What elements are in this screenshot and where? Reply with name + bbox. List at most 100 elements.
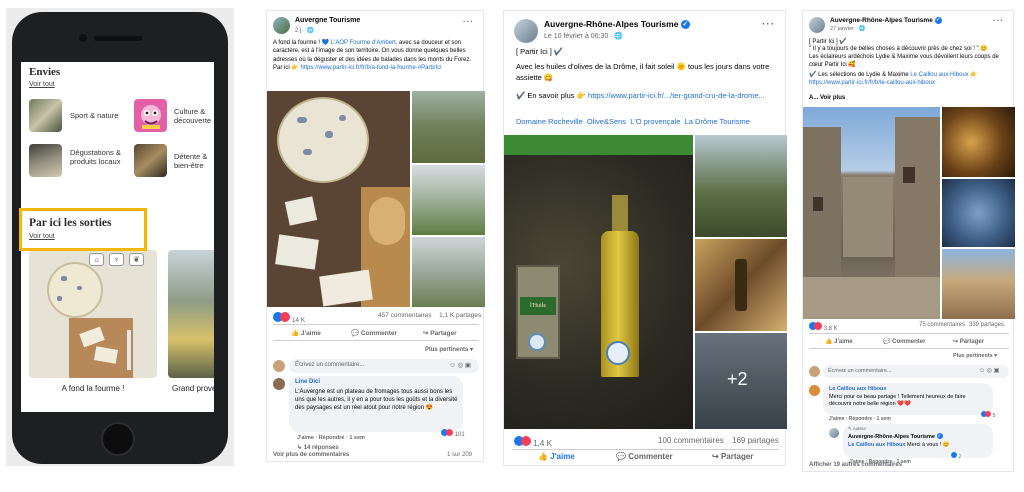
outing-card-provencal[interactable]: Grand provença	[168, 250, 214, 398]
shares-count[interactable]: 339 partages	[969, 322, 1004, 328]
shares-count[interactable]: 169 partages	[732, 436, 779, 445]
like-button[interactable]: 👍 J'aime	[825, 338, 853, 345]
comment-actions[interactable]: J'aime · Répondre · 1 sem	[297, 435, 365, 441]
user-avatar	[809, 366, 820, 377]
photo-hills[interactable]	[412, 237, 485, 307]
comment-input[interactable]: Écrivez un commentaire... ☺ ◎ ▣	[289, 359, 479, 373]
photo-shop-shelves[interactable]	[695, 239, 787, 331]
see-more-link[interactable]: A... Voir plus	[809, 95, 845, 101]
photo-olive-tree[interactable]	[695, 135, 787, 237]
more-options-icon[interactable]: ···	[762, 19, 775, 30]
text-part: ✔️ En savoir plus 👉	[516, 91, 589, 100]
photo-cheese-main[interactable]	[267, 91, 410, 307]
caillou-link[interactable]: Le Caillou aux Hiboux	[910, 72, 968, 78]
photo-rock[interactable]	[942, 179, 1015, 247]
comment-input[interactable]: Écrivez un commentaire... ☺ ◎ ▣	[823, 365, 1009, 378]
comment-text: Merci pour ce beau partage ! Tellement h…	[829, 394, 966, 407]
post-line-1: [ Partir Ici ] ✔️	[516, 47, 564, 56]
share-button[interactable]: ↪ Partager	[953, 338, 984, 345]
photo-cave[interactable]	[942, 107, 1015, 177]
category-detente[interactable]: Détente & bien-être	[134, 144, 214, 180]
comment-bubble: Line Dici L'Auvergne est un plateau de f…	[289, 376, 463, 432]
comment-reaction-badge[interactable]: 101	[439, 429, 467, 438]
category-label: Dégustations & produits locaux	[70, 148, 121, 166]
more-options-icon[interactable]: ···	[463, 17, 474, 26]
comment-button[interactable]: 💬 Commenter	[351, 329, 397, 337]
post-url-link[interactable]: https://www.partir-ici.fr/fr/b/a-fond-la…	[300, 65, 441, 71]
divider	[273, 340, 479, 341]
share-button[interactable]: ↪ Partager	[423, 329, 457, 337]
page-name[interactable]: Auvergne Tourisme	[295, 17, 360, 24]
like-button[interactable]: 👍 J'aime	[538, 452, 575, 461]
commenter-name[interactable]: Line Dici	[295, 379, 320, 385]
front-camera	[79, 34, 87, 42]
sun-icon: ☼	[89, 253, 104, 266]
shares-count[interactable]: 1,1 K partages	[439, 312, 481, 319]
comments-count[interactable]: 75 commentaires	[919, 322, 965, 328]
page-name-row[interactable]: Auvergne-Rhône-Alpes Tourisme ✓	[544, 19, 690, 29]
commenter-name[interactable]: Le Caillou aux Hiboux	[829, 386, 886, 392]
divider	[809, 348, 1009, 349]
category-sport-nature[interactable]: Sport & nature	[29, 99, 119, 135]
photo-more[interactable]: +2	[695, 333, 787, 429]
facebook-post-aura-caillou: Auvergne-Rhône-Alpes Tourisme ✓ 27 janvi…	[802, 10, 1015, 472]
outing-card-fourme[interactable]: ☼ ♆ ❦ A fond la fourme !	[29, 250, 157, 398]
reply-mention-link[interactable]: Le Caillou aux Hiboux	[848, 442, 905, 448]
see-more-comments-link[interactable]: Voir plus de commentaires	[273, 452, 349, 458]
tagged-pages[interactable]: Domaine Rocheville Olive&Sens L'O proven…	[516, 117, 750, 126]
verified-badge-icon: ✓	[936, 433, 943, 439]
share-button[interactable]: ↪ Partager	[712, 452, 753, 461]
emoji-icon[interactable]: ☺ ◎ ▣	[449, 361, 471, 369]
reply-reaction-badge[interactable]: 2	[949, 452, 964, 460]
reactions-summary[interactable]: 1,4 K	[514, 436, 552, 448]
user-avatar	[273, 360, 285, 372]
comments-count[interactable]: 457 commentaires	[378, 312, 431, 319]
reactions-summary[interactable]: 14 K	[273, 312, 305, 324]
text-part: ✔️ Les sélections de Lydie & Maxime	[809, 72, 911, 78]
page-name-row[interactable]: Auvergne-Rhône-Alpes Tourisme ✓	[830, 17, 942, 24]
reactions-count: 1,4 K	[533, 439, 552, 448]
like-button[interactable]: 👍 J'aime	[291, 329, 321, 337]
home-button[interactable]	[101, 422, 135, 456]
photo-meadow[interactable]	[412, 165, 485, 235]
comment-button[interactable]: 💬 Commenter	[883, 338, 925, 345]
post-line-3: Les éclaireurs ardéchois Lydie & Maxime …	[809, 54, 999, 68]
page-avatar[interactable]	[273, 17, 290, 34]
view-replies-link[interactable]: ↳ 14 réponses	[297, 444, 339, 451]
envies-see-all-link[interactable]: Voir tout	[29, 81, 55, 88]
card-image	[29, 250, 157, 378]
page-avatar[interactable]	[514, 19, 538, 43]
show-more-comments-link[interactable]: Afficher 19 autres commentaires	[809, 462, 902, 468]
comment-reaction-badge[interactable]: 5	[979, 411, 998, 419]
emoji-icon[interactable]: ☺ ◎ ▣	[979, 367, 999, 374]
comment-actions[interactable]: J'aime · Répondre · 1 sem	[829, 416, 891, 422]
commenter-avatar[interactable]	[809, 385, 820, 396]
comments-count[interactable]: 100 commentaires	[658, 436, 724, 445]
commenter-avatar[interactable]	[273, 378, 285, 390]
post-date[interactable]: 2 j · 🌐	[295, 27, 314, 34]
share-label: Partager	[430, 330, 457, 337]
sort-comments-dropdown[interactable]: Plus pertinents ▾	[953, 353, 997, 359]
page-avatar[interactable]	[809, 17, 825, 33]
photo-tower[interactable]	[942, 249, 1015, 319]
reactions-summary[interactable]: 3,8 K	[809, 322, 838, 332]
category-culture-decouverte[interactable]: Culture & découverte	[134, 99, 214, 135]
photo-olive-oil-main[interactable]: l'Huile	[504, 135, 693, 429]
reply-name-row[interactable]: Auvergne-Rhône-Alpes Tourisme ✓	[848, 433, 943, 440]
post-url-link[interactable]: https://www.partir-ici.fr/.../ter-grand-…	[588, 91, 765, 100]
post-line-4: ✔️ Les sélections de Lydie & Maxime Le C…	[809, 72, 1009, 87]
more-options-icon[interactable]: ···	[993, 16, 1004, 25]
bottle-neck	[612, 195, 628, 235]
post-date[interactable]: 27 janvier · 🌐	[830, 26, 866, 32]
aop-link[interactable]: L'AOP Fourme d'Ambert	[331, 40, 396, 46]
reply-avatar[interactable]	[829, 428, 839, 438]
comment-label: Commenter	[360, 330, 398, 337]
category-degustations[interactable]: Dégustations & produits locaux	[29, 144, 129, 180]
sort-comments-dropdown[interactable]: Plus pertinents ▾	[425, 346, 473, 353]
post-url-link[interactable]: https://www.partir-ici.fr/fr/b/le-caillo…	[809, 80, 935, 86]
comment-button[interactable]: 💬 Commenter	[616, 452, 673, 461]
post-date[interactable]: Le 10 février à 06:30 · 🌐	[544, 32, 623, 40]
photo-village-street[interactable]	[803, 107, 940, 319]
photo-stone-hut[interactable]	[412, 91, 485, 163]
love-react-icon	[814, 322, 822, 330]
